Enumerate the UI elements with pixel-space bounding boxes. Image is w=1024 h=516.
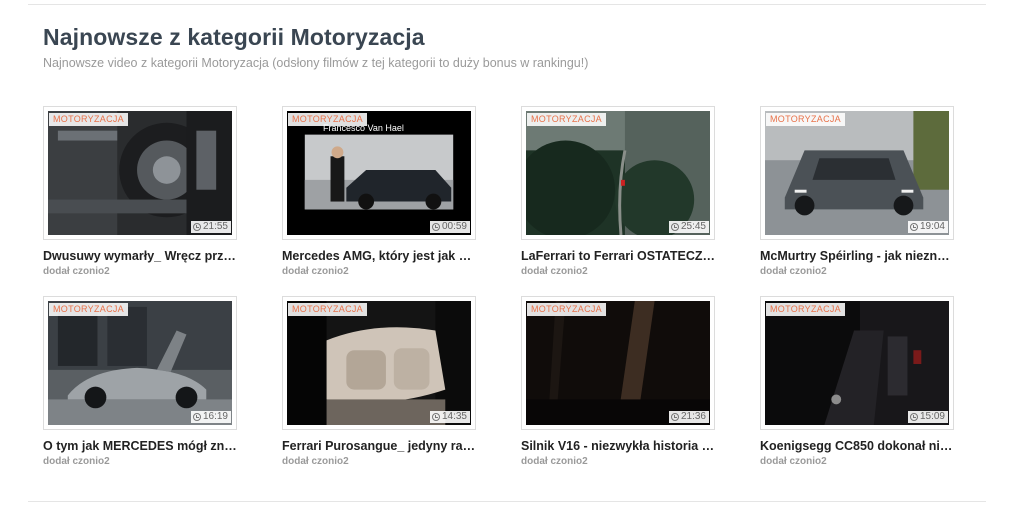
duration-text: 15:09 <box>919 411 945 422</box>
video-grid: MOTORYZACJA 21:55 Dwusuwy wymarły_ Wręcz… <box>43 106 983 486</box>
video-card[interactable]: MOTORYZACJA 19:04 McMurtry Spéirling - j… <box>760 106 955 296</box>
video-thumbnail[interactable]: MOTORYZACJA 16:19 <box>43 296 237 430</box>
category-badge[interactable]: MOTORYZACJA <box>766 113 845 126</box>
duration-label: 21:36 <box>668 411 709 423</box>
duration-text: 14:35 <box>441 411 467 422</box>
duration-text: 19:04 <box>919 221 945 232</box>
uploader-label: dodał czonio2 <box>43 266 110 277</box>
duration-text: 16:19 <box>202 411 228 422</box>
thumbnail-image <box>526 111 710 235</box>
video-title[interactable]: Silnik V16 - niezwykła historia … <box>521 439 731 453</box>
video-title[interactable]: Koenigsegg CC850 dokonał ni… <box>760 439 970 453</box>
duration-label: 15:09 <box>907 411 948 423</box>
duration-text: 21:36 <box>680 411 706 422</box>
clock-icon <box>909 413 918 421</box>
category-badge[interactable]: MOTORYZACJA <box>49 113 128 126</box>
bottom-divider <box>28 501 986 502</box>
video-title[interactable]: Dwusuwy wymarły_ Wręcz prz… <box>43 249 253 263</box>
thumbnail-image <box>48 301 232 425</box>
clock-icon <box>909 223 918 231</box>
duration-text: 25:45 <box>680 221 706 232</box>
clock-icon <box>192 413 201 421</box>
video-card[interactable]: MOTORYZACJA 21:36 Silnik V16 - niezwykła… <box>521 296 716 486</box>
video-title[interactable]: McMurtry Spéirling - jak niezn… <box>760 249 970 263</box>
top-divider <box>28 4 986 5</box>
duration-label: 00:59 <box>429 221 470 233</box>
video-thumbnail[interactable]: MOTORYZACJA 15:09 <box>760 296 954 430</box>
thumbnail-image <box>287 301 471 425</box>
video-thumbnail[interactable]: MOTORYZACJA 21:55 <box>43 106 237 240</box>
category-badge[interactable]: MOTORYZACJA <box>766 303 845 316</box>
video-title[interactable]: Mercedes AMG, który jest jak … <box>282 249 492 263</box>
category-badge[interactable]: MOTORYZACJA <box>288 303 367 316</box>
page: Najnowsze z kategorii Motoryzacja Najnow… <box>0 0 1024 516</box>
video-thumbnail[interactable]: MOTORYZACJA Francesco Van Hael 00:59 <box>282 106 476 240</box>
uploader-label: dodał czonio2 <box>760 266 827 277</box>
uploader-label: dodał czonio2 <box>43 456 110 467</box>
clock-icon <box>670 223 679 231</box>
video-card[interactable]: MOTORYZACJA 14:35 Ferrari Purosangue_ je… <box>282 296 477 486</box>
duration-label: 14:35 <box>429 411 470 423</box>
uploader-label: dodał czonio2 <box>521 456 588 467</box>
duration-label: 16:19 <box>190 411 231 423</box>
thumbnail-image <box>765 301 949 425</box>
video-thumbnail[interactable]: MOTORYZACJA 19:04 <box>760 106 954 240</box>
video-card[interactable]: MOTORYZACJA Francesco Van Hael 00:59 Mer… <box>282 106 477 296</box>
clock-icon <box>670 413 679 421</box>
thumbnail-image <box>765 111 949 235</box>
clock-icon <box>431 223 440 231</box>
category-badge[interactable]: MOTORYZACJA <box>527 303 606 316</box>
video-thumbnail[interactable]: MOTORYZACJA 14:35 <box>282 296 476 430</box>
uploader-label: dodał czonio2 <box>521 266 588 277</box>
section-title: Najnowsze z kategorii Motoryzacja <box>43 24 425 50</box>
uploader-label: dodał czonio2 <box>282 266 349 277</box>
duration-label: 21:55 <box>190 221 231 233</box>
uploader-label: dodał czonio2 <box>282 456 349 467</box>
category-badge[interactable]: MOTORYZACJA <box>49 303 128 316</box>
video-thumbnail[interactable]: MOTORYZACJA 25:45 <box>521 106 715 240</box>
video-card[interactable]: MOTORYZACJA 25:45 LaFerrari to Ferrari O… <box>521 106 716 296</box>
video-card[interactable]: MOTORYZACJA 21:55 Dwusuwy wymarły_ Wręcz… <box>43 106 238 296</box>
duration-text: 00:59 <box>441 221 467 232</box>
duration-text: 21:55 <box>202 221 228 232</box>
uploader-label: dodał czonio2 <box>760 456 827 467</box>
category-badge[interactable]: MOTORYZACJA <box>527 113 606 126</box>
video-card[interactable]: MOTORYZACJA 16:19 O tym jak MERCEDES móg… <box>43 296 238 486</box>
video-title[interactable]: Ferrari Purosangue_ jedyny ra… <box>282 439 492 453</box>
duration-label: 25:45 <box>668 221 709 233</box>
video-card[interactable]: MOTORYZACJA 15:09 Koenigsegg CC850 dokon… <box>760 296 955 486</box>
thumbnail-image <box>48 111 232 235</box>
duration-label: 19:04 <box>907 221 948 233</box>
clock-icon <box>192 223 201 231</box>
video-thumbnail[interactable]: MOTORYZACJA 21:36 <box>521 296 715 430</box>
video-title[interactable]: O tym jak MERCEDES mógł zn… <box>43 439 253 453</box>
thumbnail-image <box>526 301 710 425</box>
video-title[interactable]: LaFerrari to Ferrari OSTATECZ… <box>521 249 731 263</box>
section-subtitle: Najnowsze video z kategorii Motoryzacja … <box>43 56 589 70</box>
clock-icon <box>431 413 440 421</box>
category-badge[interactable]: MOTORYZACJA <box>288 113 367 126</box>
